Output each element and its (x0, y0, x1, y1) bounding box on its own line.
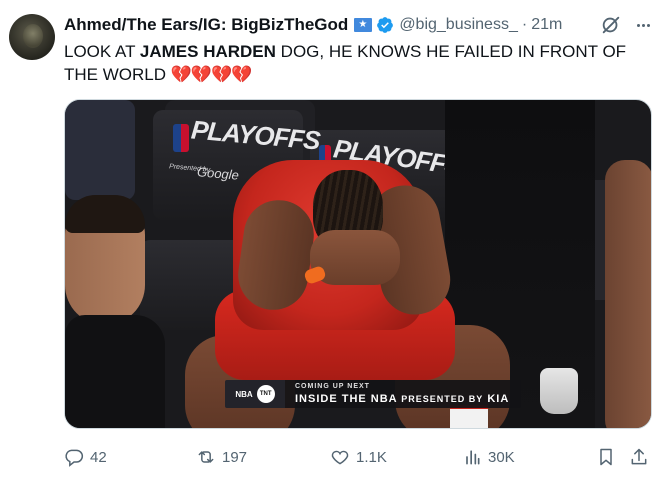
verified-badge-icon (377, 17, 394, 33)
author-display-name[interactable]: Ahmed/The Ears/IG: BigBizTheGod (64, 15, 348, 35)
tweet-action-bar: 42 197 1.1K 30K (64, 444, 654, 470)
author-handle[interactable]: @big_business_ (399, 16, 518, 34)
tweet-media-image[interactable]: PLAYOFFS Presented by Google PLAYOFFS NB… (64, 99, 652, 429)
tweet-timestamp[interactable]: 21m (531, 16, 562, 34)
retweet-count: 197 (222, 448, 248, 466)
somalia-flag-icon (354, 18, 373, 32)
heart-icon (331, 450, 349, 465)
reply-icon (65, 449, 84, 467)
retweet-icon (198, 451, 214, 463)
grok-icon[interactable] (600, 14, 622, 36)
bench-player-left (65, 195, 170, 428)
views-button[interactable]: 30K (462, 444, 515, 470)
lower-third-sponsor-prefix: PRESENTED BY (401, 394, 484, 404)
player-sock (450, 405, 488, 428)
lower-third-kicker: COMING UP NEXT (295, 383, 370, 390)
author-avatar[interactable] (9, 14, 55, 60)
views-chart-icon (466, 450, 480, 465)
white-sneaker (540, 368, 578, 414)
tweet-text-bold: JAMES HARDEN (139, 42, 276, 61)
tweet-text: LOOK AT JAMES HARDEN DOG, HE KNOWS HE FA… (64, 40, 649, 86)
broken-heart-emoji: 💔💔💔💔 (170, 65, 253, 84)
tweet-header: Ahmed/The Ears/IG: BigBizTheGod @big_bus… (64, 14, 562, 36)
tweet-text-before: LOOK AT (64, 42, 140, 61)
bookmark-button[interactable] (595, 444, 617, 470)
share-button[interactable] (628, 444, 650, 470)
share-icon (631, 448, 647, 465)
broadcast-lower-third: NBA TNT COMING UP NEXT INSIDE THE NBA PR… (225, 380, 522, 408)
like-count: 1.1K (356, 448, 387, 466)
nba-logo-icon (173, 124, 189, 152)
lower-third-sponsor: KIA (487, 393, 510, 405)
reply-button[interactable]: 42 (64, 444, 107, 470)
more-options-icon[interactable] (632, 14, 654, 36)
retweet-button[interactable]: 197 (196, 444, 247, 470)
teammate-arm (605, 160, 651, 428)
lower-third-title: INSIDE THE NBA (295, 393, 398, 405)
lower-third-nba: NBA (235, 389, 253, 399)
nba-tnt-logo: NBA TNT (225, 380, 285, 408)
bookmark-icon (600, 448, 612, 466)
separator-dot: · (521, 16, 528, 33)
reply-count: 42 (90, 448, 107, 466)
like-button[interactable]: 1.1K (330, 444, 387, 470)
views-count: 30K (488, 448, 515, 466)
tnt-logo-icon: TNT (256, 385, 275, 403)
